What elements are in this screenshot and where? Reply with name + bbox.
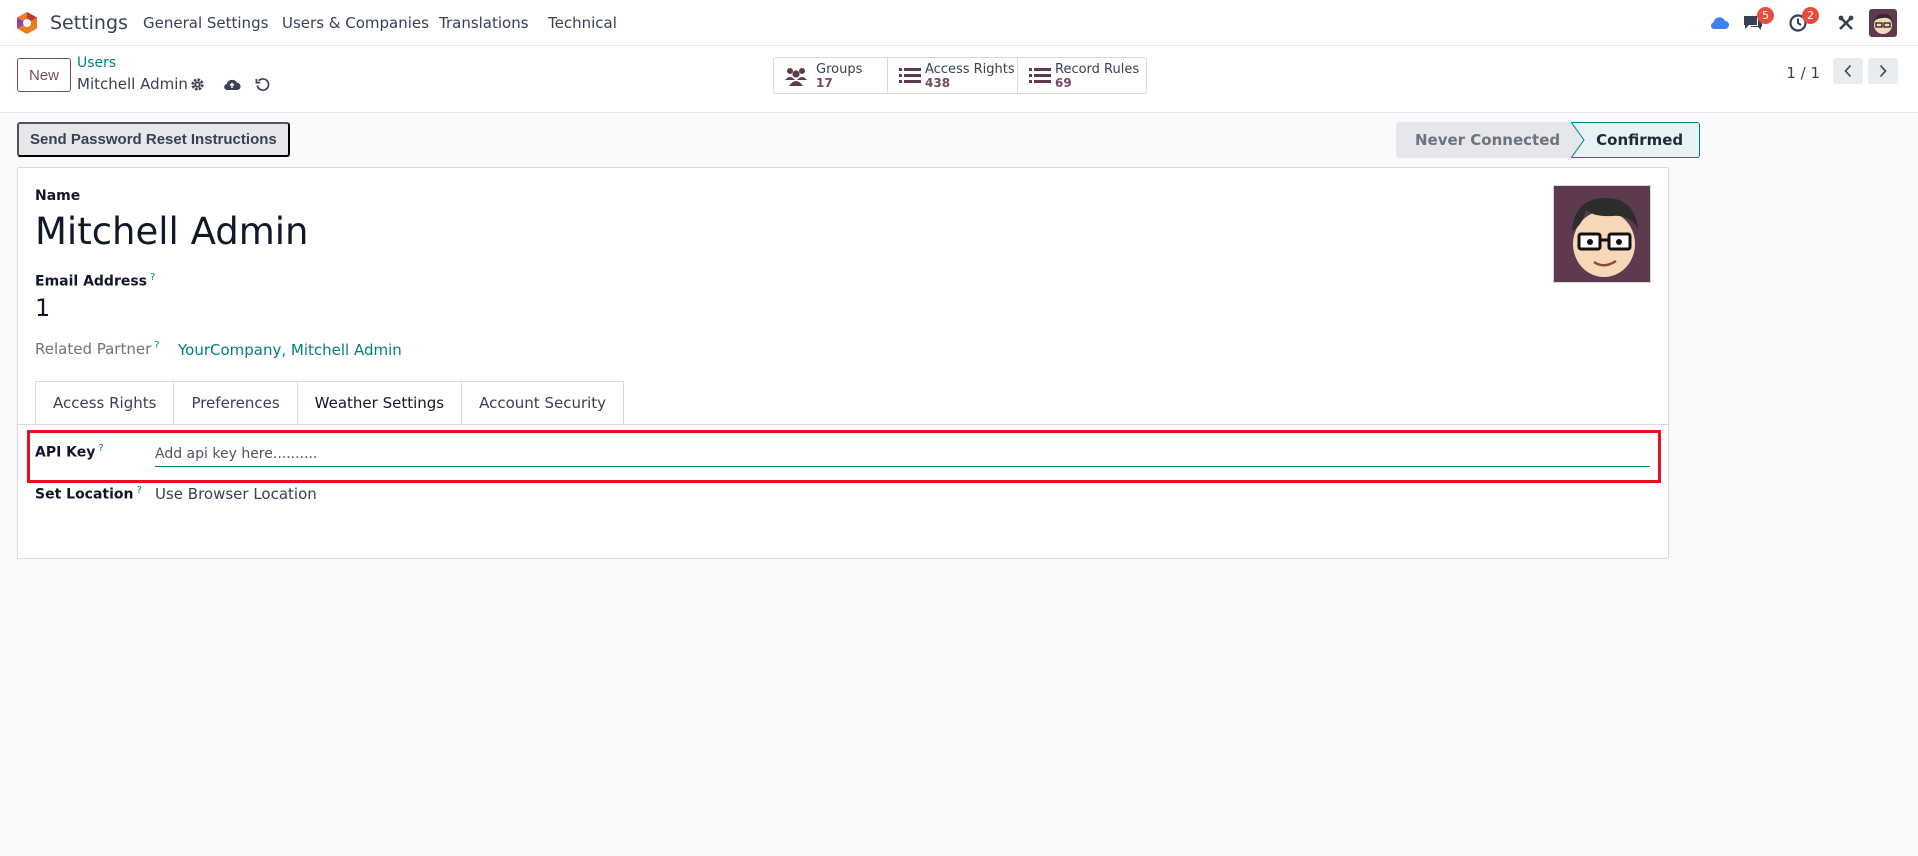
stage-never-connected[interactable]: Never Connected — [1396, 122, 1573, 158]
form-sheet: Name Mitchell Admin Email Address? 1 Rel… — [17, 167, 1669, 559]
email-label: Email Address? — [35, 272, 156, 290]
set-location-label: Set Location? — [35, 485, 142, 503]
access-rights-label: Access Rights — [925, 62, 1015, 77]
tab-divider — [18, 424, 1668, 425]
groups-count: 17 — [816, 76, 833, 90]
access-rights-smart-button[interactable]: Access Rights 438 — [888, 58, 1018, 93]
tab-weather-settings[interactable]: Weather Settings — [296, 381, 462, 425]
status-bar: Never Connected Confirmed — [1396, 122, 1701, 158]
menu-translations[interactable]: Translations — [439, 14, 529, 32]
breadcrumb-users[interactable]: Users — [77, 55, 116, 71]
help-tooltip-icon[interactable]: ? — [154, 340, 159, 351]
set-location-value[interactable]: Use Browser Location — [155, 485, 317, 503]
chevron-right-icon — [1879, 64, 1887, 78]
pager-previous-button[interactable] — [1833, 58, 1863, 84]
chat-icon[interactable]: 5 — [1740, 7, 1774, 36]
stage-confirmed-label: Confirmed — [1596, 131, 1684, 149]
tab-access-rights[interactable]: Access Rights — [35, 381, 174, 425]
chevron-left-icon — [1844, 64, 1852, 78]
control-panel: New Users Mitchell Admin Groups 17 Acces… — [0, 46, 1918, 113]
record-rules-smart-button[interactable]: Record Rules 69 — [1018, 58, 1146, 93]
app-logo-icon[interactable] — [15, 11, 39, 35]
email-value[interactable]: 1 — [35, 294, 50, 322]
api-key-label: API Key? — [35, 443, 104, 461]
tab-preferences[interactable]: Preferences — [173, 381, 297, 425]
list-icon — [1029, 68, 1051, 83]
activity-clock-icon[interactable]: 2 — [1785, 7, 1819, 36]
related-partner-link[interactable]: YourCompany, Mitchell Admin — [178, 341, 402, 359]
name-label: Name — [35, 188, 81, 204]
user-avatar[interactable] — [1869, 9, 1897, 37]
menu-users-companies[interactable]: Users & Companies — [282, 14, 429, 32]
tab-account-security[interactable]: Account Security — [461, 381, 625, 425]
access-rights-count: 438 — [925, 76, 951, 90]
api-key-input[interactable] — [155, 441, 1650, 467]
help-tooltip-icon[interactable]: ? — [98, 443, 103, 454]
cloud-icon[interactable] — [1706, 10, 1732, 36]
name-value[interactable]: Mitchell Admin — [35, 210, 309, 253]
menu-general-settings[interactable]: General Settings — [143, 14, 268, 32]
debug-tools-icon[interactable] — [1833, 10, 1859, 36]
stage-confirmed[interactable]: Confirmed — [1571, 122, 1701, 158]
chat-badge: 5 — [1757, 7, 1774, 24]
top-navbar: Settings General Settings Users & Compan… — [0, 0, 1918, 46]
activity-badge: 2 — [1802, 7, 1819, 24]
smart-buttons: Groups 17 Access Rights 438 Record Rules… — [773, 57, 1147, 94]
stage-arrow — [1571, 122, 1585, 158]
pager-value[interactable]: 1 / 1 — [1786, 64, 1820, 82]
groups-label: Groups — [816, 62, 863, 77]
send-password-reset-button[interactable]: Send Password Reset Instructions — [17, 122, 290, 157]
record-rules-count: 69 — [1055, 76, 1072, 90]
cloud-upload-icon[interactable] — [222, 74, 242, 94]
list-icon — [899, 68, 921, 83]
user-photo[interactable] — [1553, 185, 1651, 283]
app-name[interactable]: Settings — [50, 12, 128, 34]
discard-changes-icon[interactable] — [252, 74, 272, 94]
notebook-tabs: Access Rights Preferences Weather Settin… — [35, 381, 625, 425]
users-icon — [785, 68, 807, 86]
new-button[interactable]: New — [17, 58, 72, 92]
pager-next-button[interactable] — [1868, 58, 1898, 84]
breadcrumb-current: Mitchell Admin — [77, 75, 188, 93]
help-tooltip-icon[interactable]: ? — [137, 485, 142, 496]
groups-smart-button[interactable]: Groups 17 — [774, 58, 888, 93]
related-partner-label: Related Partner? — [35, 340, 160, 358]
record-rules-label: Record Rules — [1055, 62, 1140, 77]
help-tooltip-icon[interactable]: ? — [150, 272, 155, 283]
menu-technical[interactable]: Technical — [548, 14, 617, 32]
gear-icon[interactable] — [187, 74, 207, 94]
